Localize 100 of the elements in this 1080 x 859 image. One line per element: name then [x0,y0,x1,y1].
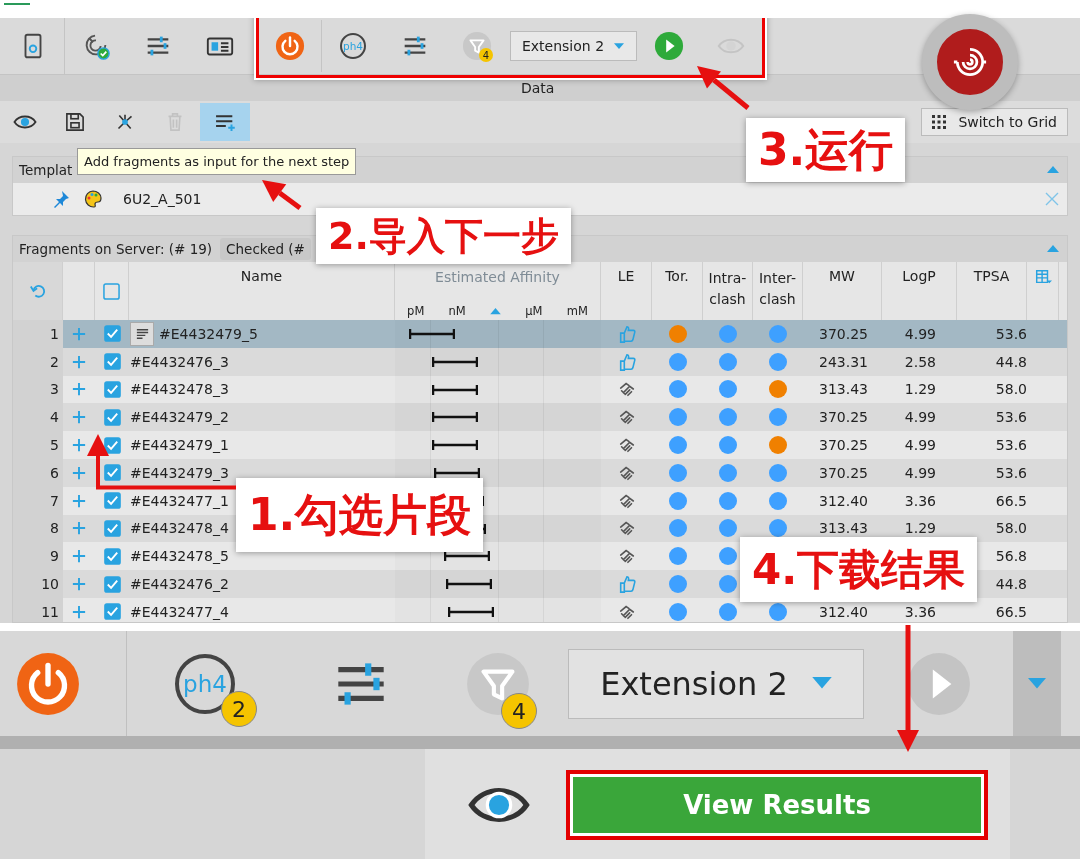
add-icon[interactable] [72,577,86,592]
step-callout-tooltip: 3.运行 [746,118,906,182]
caret-icon [1028,677,1046,690]
table-cell: 370.25 [819,464,868,481]
checkbox[interactable] [103,381,121,398]
collapse-icon[interactable] [1047,245,1059,253]
table-cell: 4.99 [904,325,936,342]
grid-icon [932,115,947,129]
menu-caret-button[interactable] [1028,677,1046,690]
checkbox[interactable] [103,325,121,343]
pointer-arrow [697,66,750,110]
column-chooser-icon[interactable] [1033,268,1052,286]
checkbox[interactable] [103,353,121,371]
column-header[interactable]: Inter- clash [755,268,800,310]
count-badge: 2 [221,691,257,727]
add-icon[interactable] [72,438,86,453]
scale-label: pM [407,304,425,318]
table-cell: 4.99 [904,409,936,426]
checkbox[interactable] [103,436,121,454]
switch-to-grid-button[interactable]: Switch to Grid [921,108,1068,136]
row-number: 7 [50,492,59,509]
add-icon[interactable] [72,549,86,564]
run-button[interactable] [654,31,684,61]
column-header[interactable]: Intra- clash [705,268,750,310]
table-cell: 53.6 [995,325,1027,342]
fragment-name: #E4432476_3 [130,353,229,370]
table-cell: 312.40 [819,492,868,509]
table-row[interactable]: 2 #E4432476_3 243.31 2.58 44.8 [13,347,1067,376]
column-header[interactable]: LogP [902,268,936,284]
pointer-arrow [262,180,302,210]
row-number: 10 [41,576,59,593]
caret-icon [811,677,832,690]
notes-button[interactable] [130,321,154,346]
table-cell: 56.8 [995,548,1027,565]
template-id: 6U2_A_501 [123,191,202,207]
checkbox[interactable] [103,603,121,621]
row-number: 2 [50,353,59,370]
column-header[interactable]: Tor. [665,268,689,284]
column-header[interactable]: MW [829,268,855,284]
play-icon [654,31,684,61]
collapse-icon[interactable] [1047,166,1059,174]
table-cell: 313.43 [819,381,868,398]
fragment-name: #E4432478_5 [130,548,229,565]
add-icon[interactable] [72,354,86,369]
table-row[interactable]: 4 #E4432479_2 370.25 4.99 53.6 [13,403,1067,432]
column-header[interactable]: LE [617,268,635,284]
checkbox[interactable] [103,464,121,482]
add-icon[interactable] [72,493,86,508]
power-button[interactable] [15,650,81,717]
add-to-next-step-button[interactable] [200,103,250,141]
notes-icon [134,326,150,342]
fragment-name: #E4432477_1 [130,492,229,509]
table-cell: 58.0 [995,381,1027,398]
checked-filter-button[interactable]: Checked (# [220,238,311,260]
table-cell: 2.58 [904,353,936,370]
table-cell: 370.25 [819,409,868,426]
checkbox[interactable] [103,547,121,565]
checkbox[interactable] [103,575,121,593]
table-row[interactable]: 3 #E4432478_3 313.43 1.29 58.0 [13,375,1067,404]
table-row[interactable]: 1 #E4432479_5 370.25 4.99 53.6 [13,320,1067,348]
extension-dropdown[interactable]: Extension 2 [509,31,637,61]
add-icon[interactable] [72,465,86,480]
scale-label: nM [448,304,466,318]
table-cell: 4.99 [904,437,936,454]
add-icon[interactable] [72,521,86,536]
table-cell: 243.31 [819,353,868,370]
table-cell: 53.6 [995,409,1027,426]
step-callout-tooltip: 4.下载结果 [740,537,978,602]
section-title: Data [521,80,555,96]
table-cell: 58.0 [995,520,1027,537]
row-number: 6 [50,464,59,481]
caret-icon [614,42,625,50]
fragment-name: #E4432479_1 [130,437,229,454]
power-button[interactable] [275,31,305,61]
palette-icon[interactable] [83,189,103,209]
add-icon[interactable] [72,382,86,397]
column-header[interactable]: TPSA [973,268,1010,284]
table-row[interactable]: 5 #E4432479_1 370.25 4.99 53.6 [13,431,1067,459]
close-icon[interactable] [1045,192,1059,206]
scale-label: mM [566,304,588,318]
table-cell: 4.99 [904,464,936,481]
panel-title: Templat [19,162,73,178]
add-icon[interactable] [72,410,86,425]
step-callout-tooltip: 2.导入下一步 [316,208,571,264]
fragment-name: #E4432479_5 [159,325,258,342]
table-cell: 1.29 [904,381,936,398]
reset-icon[interactable] [28,282,47,300]
table-cell: 312.40 [819,603,868,620]
table-cell: 3.36 [904,603,936,620]
checkbox[interactable] [103,492,121,510]
extension-dropdown[interactable]: Extension 2 [568,648,864,719]
power-icon [15,650,81,717]
table-cell: 1.29 [904,520,936,537]
sort-ascending-icon[interactable] [490,307,502,315]
add-icon[interactable] [72,604,86,619]
column-header[interactable]: Name [240,268,283,284]
checkbox[interactable] [103,519,121,537]
checkbox[interactable] [103,282,120,300]
checkbox[interactable] [103,408,121,426]
row-number: 8 [50,520,59,537]
